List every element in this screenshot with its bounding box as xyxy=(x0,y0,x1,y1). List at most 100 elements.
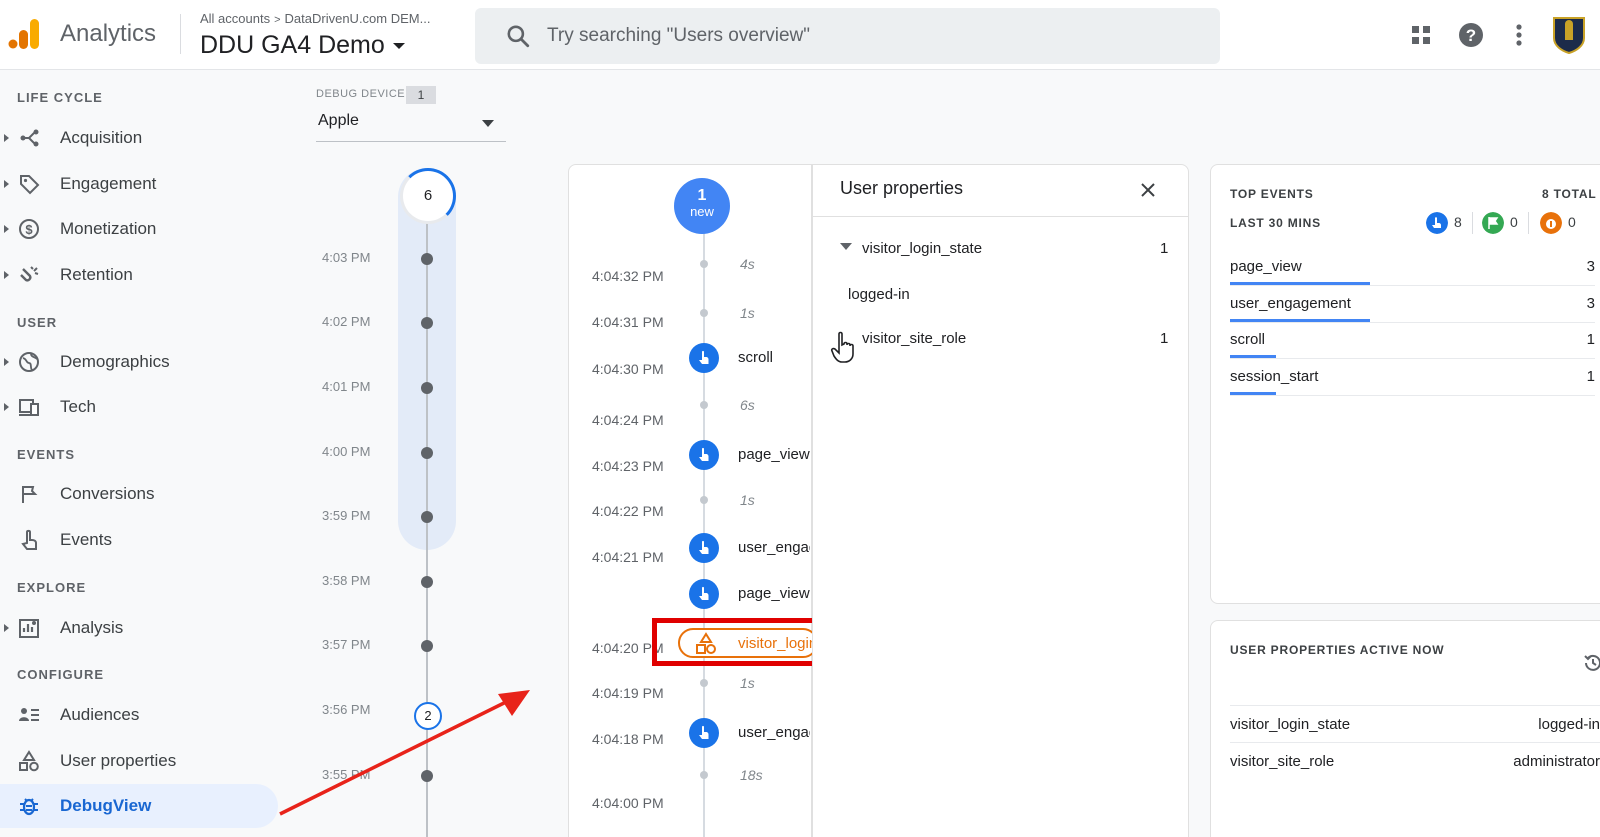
nav-item-label: Demographics xyxy=(60,352,170,371)
active-property-row: visitor_login_state logged-in xyxy=(1230,705,1600,743)
standard-event-icon xyxy=(1426,212,1448,234)
nav-item-demographics[interactable]: Demographics xyxy=(0,340,278,384)
chip-divider xyxy=(1528,212,1529,234)
bug-icon xyxy=(20,798,38,816)
gap-tick xyxy=(700,401,708,409)
top-event-row[interactable]: user_engagement 3 xyxy=(1230,287,1595,323)
top-event-name: user_engagement xyxy=(1230,295,1351,312)
nav-item-audiences[interactable]: Audiences xyxy=(0,693,278,737)
standard-event-icon[interactable] xyxy=(689,579,719,609)
top-event-row[interactable]: scroll 1 xyxy=(1230,323,1595,359)
minute-dot[interactable] xyxy=(421,382,433,394)
nav-section-label: CONFIGURE xyxy=(17,667,104,682)
hand-pointer-cursor-icon xyxy=(830,331,854,363)
expand-arrow-icon[interactable] xyxy=(4,403,9,411)
minute-dot[interactable] xyxy=(421,511,433,523)
user-property-key[interactable]: visitor_login_state xyxy=(862,240,982,257)
minute-label: 3:58 PM xyxy=(322,573,371,588)
event-name[interactable]: page_view xyxy=(738,585,810,602)
minute-dot[interactable] xyxy=(421,447,433,459)
event-timestamp: 4:04:31 PM xyxy=(592,314,664,330)
event-name[interactable]: page_view xyxy=(738,446,810,463)
nav-item-user-properties[interactable]: User properties xyxy=(0,739,278,783)
minute-dot[interactable] xyxy=(421,317,433,329)
history-icon[interactable] xyxy=(1582,652,1600,674)
svg-text:$: $ xyxy=(25,222,33,237)
event-timestamp: 4:04:24 PM xyxy=(592,412,664,428)
user-property-key[interactable]: visitor_site_role xyxy=(862,330,966,347)
nav-item-label: Conversions xyxy=(60,484,155,503)
acquisition-icon xyxy=(20,129,39,147)
error-event-count: 0 xyxy=(1568,214,1576,230)
gap-tick xyxy=(700,309,708,317)
event-timestamp: 4:04:22 PM xyxy=(592,503,664,519)
touch-icon xyxy=(21,529,37,550)
nav-item-analysis[interactable]: Analysis xyxy=(0,606,278,650)
nav-item-label: DebugView xyxy=(60,796,152,815)
top-event-count: 3 xyxy=(1586,295,1595,312)
standard-event-icon[interactable] xyxy=(689,440,719,470)
event-name[interactable]: scroll xyxy=(738,349,810,366)
active-property-key: visitor_site_role xyxy=(1230,753,1335,770)
expand-arrow-icon[interactable] xyxy=(4,225,9,233)
breadcrumb-root[interactable]: All accounts xyxy=(200,11,270,26)
nav-section-label: EXPLORE xyxy=(17,580,87,595)
current-minute-counter[interactable]: 6 xyxy=(400,168,456,224)
event-timestamp: 4:04:30 PM xyxy=(592,361,664,377)
nav-item-tech[interactable]: Tech xyxy=(0,385,278,429)
minute-dot[interactable] xyxy=(421,640,433,652)
conversion-event-count: 0 xyxy=(1510,214,1518,230)
breadcrumb[interactable]: All accounts > DataDrivenU.com DEM... xyxy=(200,11,430,26)
minute-dot[interactable] xyxy=(421,253,433,265)
user-property-value: logged-in xyxy=(848,286,910,303)
dropdown-arrow-icon xyxy=(482,120,494,127)
debug-device-select[interactable]: Apple xyxy=(316,108,506,142)
more-vert-icon[interactable] xyxy=(1504,20,1534,50)
minute-dot[interactable] xyxy=(421,576,433,588)
nav-item-retention[interactable]: Retention xyxy=(0,253,278,297)
expand-arrow-icon[interactable] xyxy=(4,624,9,632)
help-icon[interactable]: ? xyxy=(1456,20,1486,50)
event-timestamp: 4:04:18 PM xyxy=(592,731,664,747)
search-input[interactable] xyxy=(547,20,1187,52)
expand-arrow-icon[interactable] xyxy=(4,271,9,279)
time-gap-label: 1s xyxy=(740,305,755,321)
magnet-icon xyxy=(20,266,39,282)
standard-event-count: 8 xyxy=(1454,214,1462,230)
nav-item-events[interactable]: Events xyxy=(0,518,278,562)
new-events-count: 1 xyxy=(697,187,707,204)
nav-section-label: EVENTS xyxy=(17,447,76,462)
close-icon[interactable] xyxy=(1138,180,1158,200)
top-event-row[interactable]: session_start 1 xyxy=(1230,360,1595,396)
debug-device-value[interactable]: Apple xyxy=(318,112,359,130)
nav-item-label: Events xyxy=(60,530,112,549)
nav-section-label: USER xyxy=(17,315,58,330)
account-avatar[interactable] xyxy=(1550,14,1588,54)
property-name[interactable]: DDU GA4 Demo xyxy=(200,31,385,59)
nav-item-engagement[interactable]: Engagement xyxy=(0,162,278,206)
event-name[interactable]: user_engagement xyxy=(738,539,810,556)
standard-event-icon[interactable] xyxy=(689,718,719,748)
dollar-icon: $ xyxy=(19,219,39,239)
collapse-caret-icon[interactable] xyxy=(840,243,852,250)
nav-item-label: Acquisition xyxy=(60,128,143,147)
expand-arrow-icon[interactable] xyxy=(4,180,9,188)
apps-grid-icon[interactable] xyxy=(1406,20,1436,50)
top-event-row[interactable]: page_view 3 xyxy=(1230,250,1595,286)
nav-item-acquisition[interactable]: Acquisition xyxy=(0,116,278,160)
property-selector[interactable]: DDU GA4 Demo xyxy=(200,31,405,60)
nav-item-conversions[interactable]: Conversions xyxy=(0,472,278,516)
expand-arrow-icon[interactable] xyxy=(4,358,9,366)
new-events-indicator[interactable]: 1 new xyxy=(674,178,730,234)
audiences-icon xyxy=(19,708,39,721)
user-property-count: 1 xyxy=(1160,330,1169,347)
search-bar[interactable] xyxy=(475,8,1220,64)
nav-item-debugview[interactable]: DebugView xyxy=(0,784,278,828)
event-name[interactable]: user_engagement xyxy=(738,724,810,741)
event-timestamp: 4:04:21 PM xyxy=(592,549,664,565)
nav-item-monetization[interactable]: $ Monetization xyxy=(0,207,278,251)
standard-event-icon[interactable] xyxy=(689,343,719,373)
standard-event-icon[interactable] xyxy=(689,533,719,563)
breadcrumb-account[interactable]: DataDrivenU.com DEM... xyxy=(285,11,431,26)
expand-arrow-icon[interactable] xyxy=(4,134,9,142)
